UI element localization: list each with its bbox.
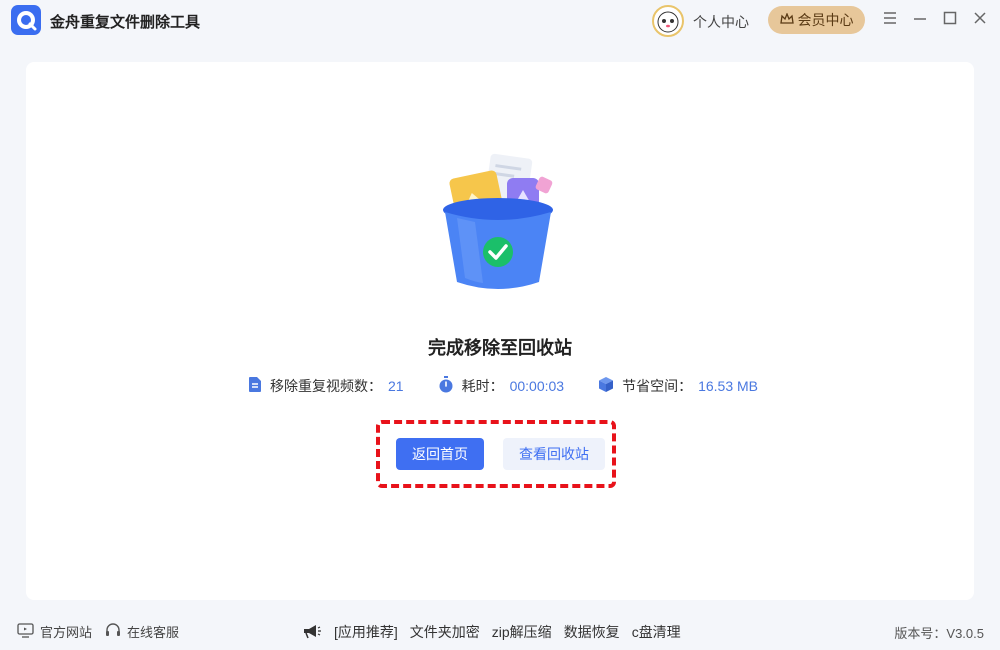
stat-saved-space: 节省空间： 16.53 MB xyxy=(598,376,758,396)
title-bar: 金舟重复文件删除工具 个人中心 会员中心 xyxy=(0,0,1000,40)
timer-icon xyxy=(438,376,454,396)
app-title: 金舟重复文件删除工具 xyxy=(50,14,201,31)
footer: 官方网站 在线客服 [应用推荐] 文件夹加密 zip解压缩 数据恢复 c盘清理 … xyxy=(0,612,1000,648)
vip-center-button[interactable]: 会员中心 xyxy=(768,6,865,34)
monitor-icon xyxy=(17,622,34,641)
official-site-label: 官方网站 xyxy=(40,625,93,640)
view-recycle-bin-button[interactable]: 查看回收站 xyxy=(503,438,605,470)
stat-value: 00:00:03 xyxy=(509,378,565,394)
version-label: 版本号：V3.0.5 xyxy=(894,626,984,641)
online-service-link[interactable]: 在线客服 xyxy=(105,622,179,641)
stat-label: 移除重复视频数： xyxy=(270,378,382,394)
recycle-bin-illustration xyxy=(435,148,565,298)
crown-icon xyxy=(779,12,794,28)
stat-elapsed-time: 耗时： 00:00:03 xyxy=(438,376,565,396)
result-card xyxy=(26,62,974,600)
back-home-button[interactable]: 返回首页 xyxy=(396,438,484,470)
minimize-icon[interactable] xyxy=(912,10,930,28)
headset-icon xyxy=(105,622,121,641)
avatar[interactable] xyxy=(652,5,684,37)
maximize-icon[interactable] xyxy=(942,10,960,28)
stat-label: 耗时： xyxy=(461,378,504,394)
recommend-zip[interactable]: zip解压缩 xyxy=(492,622,552,642)
close-icon[interactable] xyxy=(972,10,990,28)
megaphone-icon xyxy=(302,623,322,642)
result-title: 完成移除至回收站 xyxy=(428,338,572,358)
menu-icon[interactable] xyxy=(882,10,900,28)
document-icon xyxy=(248,376,262,396)
stat-value: 21 xyxy=(388,378,404,394)
stat-label: 节省空间： xyxy=(622,378,693,394)
stat-removed-count: 移除重复视频数： 21 xyxy=(248,376,404,396)
recommend-c-drive-clean[interactable]: c盘清理 xyxy=(632,622,681,642)
cube-icon xyxy=(598,376,614,396)
recommend-data-recovery[interactable]: 数据恢复 xyxy=(564,622,620,642)
recommend-folder-encrypt[interactable]: 文件夹加密 xyxy=(410,622,480,642)
official-site-link[interactable]: 官方网站 xyxy=(17,622,92,641)
result-stats: 移除重复视频数： 21 耗时： 00:00:03 节省空间： 16.53 MB xyxy=(248,376,792,396)
user-center-link[interactable]: 个人中心 xyxy=(693,12,749,32)
app-logo-icon xyxy=(11,5,41,35)
app-recommend-bar: [应用推荐] 文件夹加密 zip解压缩 数据恢复 c盘清理 xyxy=(302,622,681,642)
vip-label: 会员中心 xyxy=(797,12,854,28)
stat-value: 16.53 MB xyxy=(698,378,759,394)
online-service-label: 在线客服 xyxy=(127,625,180,640)
recommend-prefix: [应用推荐] xyxy=(334,624,398,640)
